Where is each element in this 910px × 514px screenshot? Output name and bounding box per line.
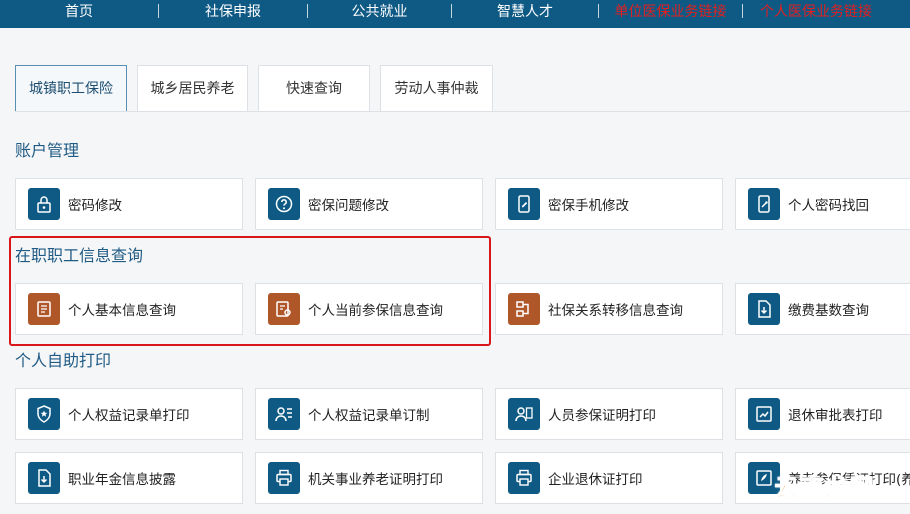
question-icon: [268, 188, 300, 220]
chart-doc-icon: [748, 398, 780, 430]
card-personal-basic-info-query[interactable]: 个人基本信息查询: [15, 283, 243, 335]
document-icon: [28, 293, 60, 325]
tab-divider: [15, 111, 910, 112]
transfer-icon: [508, 293, 540, 325]
site-watermark: 云南龙网: [772, 467, 877, 503]
phone-edit-icon: [508, 188, 540, 220]
card-label: 个人密码找回: [788, 198, 869, 214]
form-search-icon: [268, 293, 300, 325]
tab-bar: 城镇职工保险 城乡居民养老 快速查询 劳动人事仲裁: [15, 65, 503, 112]
card-current-insurance-info-query[interactable]: 个人当前参保信息查询: [255, 283, 483, 335]
section-title-account: 账户管理: [15, 141, 80, 160]
card-contribution-base-query[interactable]: 缴费基数查询: [735, 283, 910, 335]
card-label: 人员参保证明打印: [548, 408, 656, 424]
person-card-icon: [508, 398, 540, 430]
card-label: 个人权益记录单打印: [68, 408, 190, 424]
card-label: 社保关系转移信息查询: [548, 303, 683, 319]
section-title-employee-info: 在职职工信息查询: [15, 246, 144, 265]
printer-icon: [268, 462, 300, 494]
card-personal-password-recovery[interactable]: 个人密码找回: [735, 178, 910, 230]
tab-quick-query[interactable]: 快速查询: [258, 65, 370, 112]
card-enterprise-retirement-certificate-print[interactable]: 企业退休证打印: [495, 452, 723, 504]
tab-labor-arbitration[interactable]: 劳动人事仲裁: [380, 65, 493, 112]
tab-urban-rural-pension[interactable]: 城乡居民养老: [137, 65, 248, 112]
card-institution-pension-certificate-print[interactable]: 机关事业养老证明打印: [255, 452, 483, 504]
printer-icon: [508, 462, 540, 494]
tab-urban-employee-insurance[interactable]: 城镇职工保险: [15, 65, 127, 112]
nav-personal-medical-link[interactable]: 个人医保业务链接: [743, 0, 889, 28]
person-list-icon: [268, 398, 300, 430]
top-navigation: 首页 社保申报 公共就业 智慧人才 单位医保业务链接 个人医保业务链接: [0, 0, 910, 28]
card-label: 密保手机修改: [548, 198, 629, 214]
watermark-text: 云南龙网: [774, 473, 875, 502]
card-security-question-change[interactable]: 密保问题修改: [255, 178, 483, 230]
card-retirement-approval-print[interactable]: 退休审批表打印: [735, 388, 910, 440]
card-label: 退休审批表打印: [788, 408, 883, 424]
card-label: 企业退休证打印: [548, 472, 643, 488]
phone-key-icon: [748, 188, 780, 220]
card-security-phone-change[interactable]: 密保手机修改: [495, 178, 723, 230]
card-label: 个人当前参保信息查询: [308, 303, 443, 319]
file-arrow-icon: [28, 462, 60, 494]
card-occupational-annuity-disclosure[interactable]: 职业年金信息披露: [15, 452, 243, 504]
file-download-icon: [748, 293, 780, 325]
card-label: 个人权益记录单订制: [308, 408, 430, 424]
card-label: 个人基本信息查询: [68, 303, 176, 319]
nav-social-declare[interactable]: 社保申报: [159, 0, 307, 28]
card-label: 密码修改: [68, 198, 122, 214]
card-label: 职业年金信息披露: [68, 472, 176, 488]
nav-public-employment[interactable]: 公共就业: [308, 0, 451, 28]
nav-home[interactable]: 首页: [0, 0, 158, 28]
nav-unit-medical-link[interactable]: 单位医保业务链接: [599, 0, 742, 28]
nav-smart-talent[interactable]: 智慧人才: [452, 0, 598, 28]
card-rights-record-print[interactable]: 个人权益记录单打印: [15, 388, 243, 440]
card-rights-record-custom[interactable]: 个人权益记录单订制: [255, 388, 483, 440]
card-label: 机关事业养老证明打印: [308, 472, 443, 488]
card-password-change[interactable]: 密码修改: [15, 178, 243, 230]
card-social-transfer-info-query[interactable]: 社保关系转移信息查询: [495, 283, 723, 335]
shield-star-icon: [28, 398, 60, 430]
lock-icon: [28, 188, 60, 220]
card-insurance-certificate-print[interactable]: 人员参保证明打印: [495, 388, 723, 440]
section-title-self-print: 个人自助打印: [15, 351, 112, 370]
card-label: 缴费基数查询: [788, 303, 869, 319]
card-label: 密保问题修改: [308, 198, 389, 214]
